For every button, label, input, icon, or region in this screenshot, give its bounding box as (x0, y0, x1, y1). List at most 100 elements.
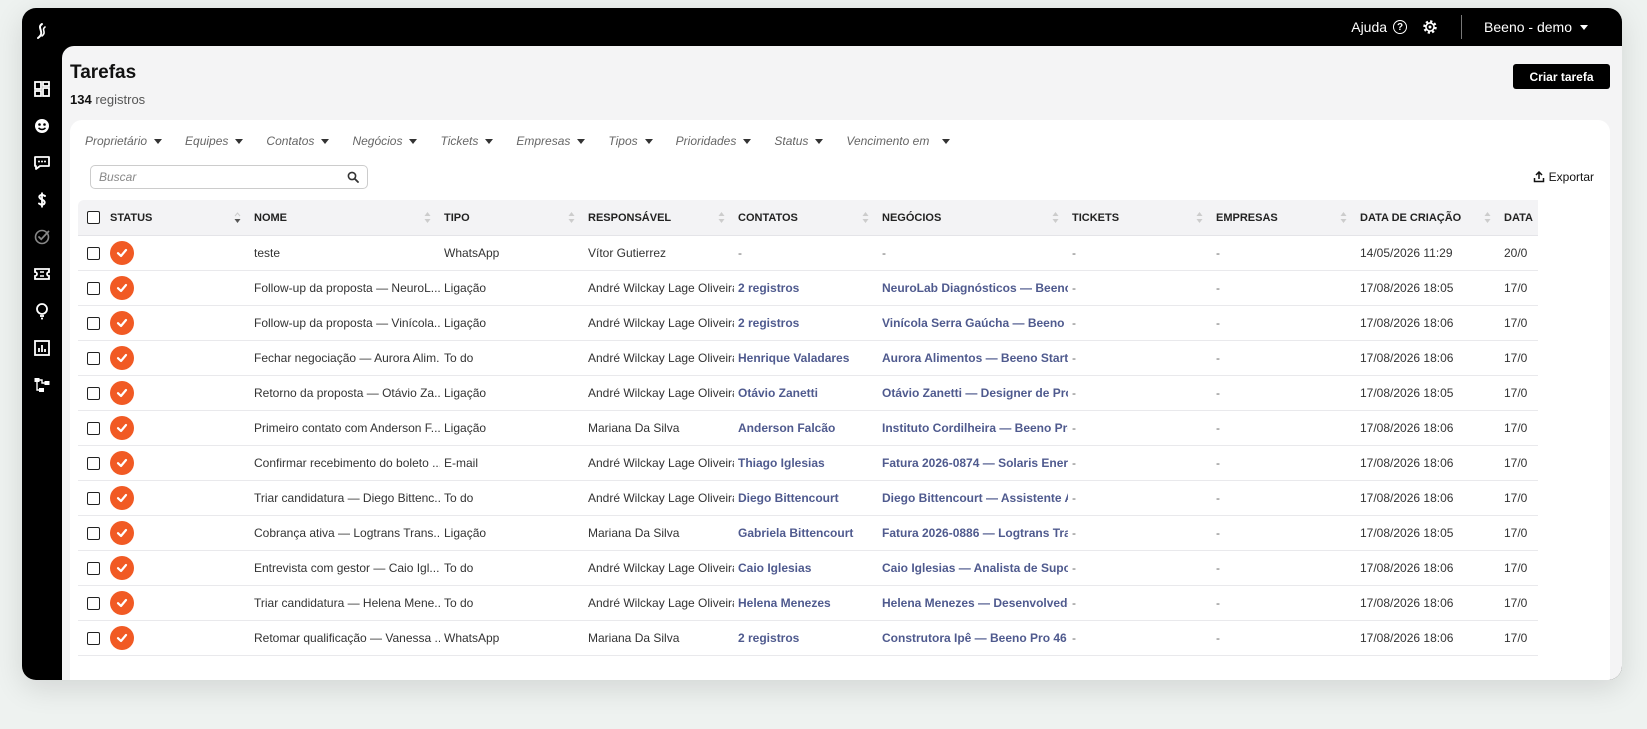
task-contacts-link[interactable]: Gabriela Bittencourt (738, 516, 878, 550)
sidebar-item-finance[interactable] (22, 181, 62, 218)
table-row[interactable]: Primeiro contato com Anderson F... Ligaç… (78, 411, 1538, 446)
task-name[interactable]: Follow-up da proposta — NeuroL... (254, 271, 440, 305)
task-contacts-link[interactable]: 2 registros (738, 306, 878, 340)
create-task-button[interactable]: Criar tarefa (1513, 64, 1610, 89)
task-deals-link[interactable]: Caio Iglesias — Analista de Suporte (882, 551, 1068, 585)
select-all-checkbox[interactable] (87, 211, 100, 224)
task-deals-link[interactable]: Fatura 2026-0886 — Logtrans Tran (882, 516, 1068, 550)
row-checkbox[interactable] (87, 561, 100, 575)
task-name[interactable]: Retorno da proposta — Otávio Za... (254, 376, 440, 410)
task-deals-link[interactable]: Helena Menezes — Desenvolvedor( (882, 586, 1068, 620)
column-header-tickets[interactable]: TICKETS (1072, 200, 1119, 235)
row-checkbox[interactable] (87, 246, 100, 260)
sidebar-item-insights[interactable] (22, 292, 62, 329)
sort-icon[interactable] (424, 211, 431, 224)
table-row[interactable]: teste WhatsApp Vítor Gutierrez - - - - 1… (78, 236, 1538, 271)
table-row[interactable]: Cobrança ativa — Logtrans Trans... Ligaç… (78, 516, 1538, 551)
status-done-button[interactable] (110, 486, 134, 510)
status-done-button[interactable] (110, 416, 134, 440)
task-name[interactable]: Triar candidatura — Helena Mene... (254, 586, 440, 620)
column-header-empresas[interactable]: EMPRESAS (1216, 200, 1278, 235)
column-header-negocios[interactable]: NEGÓCIOS (882, 200, 941, 235)
sidebar-item-tickets[interactable] (22, 255, 62, 292)
task-contacts-link[interactable]: Otávio Zanetti (738, 376, 878, 410)
task-deals-link[interactable]: Diego Bittencourt — Assistente Adı (882, 481, 1068, 515)
task-deals-link[interactable]: Vinícola Serra Gaúcha — Beeno Pro (882, 306, 1068, 340)
filter-companies[interactable]: Empresas (516, 134, 586, 148)
status-done-button[interactable] (110, 521, 134, 545)
search-icon[interactable] (347, 171, 359, 183)
sort-icon[interactable] (718, 211, 725, 224)
table-row[interactable]: Entrevista com gestor — Caio Igl... To d… (78, 551, 1538, 586)
sidebar-item-contacts[interactable] (22, 107, 62, 144)
row-checkbox[interactable] (87, 316, 100, 330)
task-contacts-link[interactable]: Anderson Falcão (738, 411, 878, 445)
export-button[interactable]: Exportar (1533, 170, 1594, 184)
status-done-button[interactable] (110, 556, 134, 580)
table-row[interactable]: Follow-up da proposta — Vinícola... Liga… (78, 306, 1538, 341)
task-name[interactable]: teste (254, 236, 440, 270)
table-row[interactable]: Fechar negociação — Aurora Alim... To do… (78, 341, 1538, 376)
row-checkbox[interactable] (87, 596, 100, 610)
sort-icon[interactable] (1052, 211, 1059, 224)
filter-teams[interactable]: Equipes (185, 134, 244, 148)
status-done-button[interactable] (110, 276, 134, 300)
table-row[interactable]: Follow-up da proposta — NeuroL... Ligaçã… (78, 271, 1538, 306)
filter-priorities[interactable]: Prioridades (676, 134, 752, 148)
sidebar-item-tasks[interactable] (22, 218, 62, 255)
table-row[interactable]: Triar candidatura — Helena Mene... To do… (78, 586, 1538, 621)
column-header-nome[interactable]: NOME (254, 200, 287, 235)
gear-icon[interactable] (1421, 18, 1439, 36)
task-name[interactable]: Retomar qualificação — Vanessa ... (254, 621, 440, 655)
column-header-data-extra[interactable]: DATA (1504, 200, 1533, 235)
task-deals-link[interactable]: Aurora Alimentos — Beeno Starter : (882, 341, 1068, 375)
sort-icon[interactable] (1340, 211, 1347, 224)
task-name[interactable]: Triar candidatura — Diego Bittenc... (254, 481, 440, 515)
filter-status[interactable]: Status (774, 134, 824, 148)
task-deals-link[interactable]: Construtora Ipê — Beeno Pro 46 lic (882, 621, 1068, 655)
row-checkbox[interactable] (87, 281, 100, 295)
status-done-button[interactable] (110, 311, 134, 335)
task-contacts-link[interactable]: 2 registros (738, 271, 878, 305)
sort-icon[interactable] (1484, 211, 1491, 224)
sort-icon[interactable] (568, 211, 575, 224)
task-name[interactable]: Confirmar recebimento do boleto ... (254, 446, 440, 480)
status-done-button[interactable] (110, 451, 134, 475)
column-header-status[interactable]: STATUS (110, 200, 152, 235)
task-contacts-link[interactable]: Thiago Iglesias (738, 446, 878, 480)
sort-desc-icon[interactable] (234, 211, 241, 224)
task-name[interactable]: Cobrança ativa — Logtrans Trans... (254, 516, 440, 550)
row-checkbox[interactable] (87, 526, 100, 540)
search-input[interactable] (99, 170, 347, 184)
status-done-button[interactable] (110, 591, 134, 615)
column-header-data-criacao[interactable]: DATA DE CRIAÇÃO (1360, 200, 1461, 235)
status-done-button[interactable] (110, 346, 134, 370)
account-switcher[interactable]: Beeno - demo (1484, 19, 1588, 35)
row-checkbox[interactable] (87, 421, 100, 435)
filter-contacts[interactable]: Contatos (266, 134, 330, 148)
table-row[interactable]: Triar candidatura — Diego Bittenc... To … (78, 481, 1538, 516)
task-name[interactable]: Entrevista com gestor — Caio Igl... (254, 551, 440, 585)
column-header-responsavel[interactable]: RESPONSÁVEL (588, 200, 671, 235)
filter-types[interactable]: Tipos (608, 134, 653, 148)
task-name[interactable]: Fechar negociação — Aurora Alim... (254, 341, 440, 375)
column-header-tipo[interactable]: TIPO (444, 200, 470, 235)
help-button[interactable]: Ajuda ? (1351, 19, 1408, 35)
sort-icon[interactable] (1196, 211, 1203, 224)
row-checkbox[interactable] (87, 351, 100, 365)
sidebar-item-workflows[interactable] (22, 366, 62, 403)
table-row[interactable]: Confirmar recebimento do boleto ... E-ma… (78, 446, 1538, 481)
sidebar-item-reports[interactable] (22, 329, 62, 366)
task-contacts-link[interactable]: Diego Bittencourt (738, 481, 878, 515)
task-deals-link[interactable]: Otávio Zanetti — Designer de Prod (882, 376, 1068, 410)
table-row[interactable]: Retorno da proposta — Otávio Za... Ligaç… (78, 376, 1538, 411)
column-header-contatos[interactable]: CONTATOS (738, 200, 798, 235)
task-name[interactable]: Follow-up da proposta — Vinícola... (254, 306, 440, 340)
task-deals-link[interactable]: NeuroLab Diagnósticos — Beeno Pr (882, 271, 1068, 305)
sidebar-item-chat[interactable] (22, 144, 62, 181)
task-deals-link[interactable]: Fatura 2026-0874 — Solaris Energi (882, 446, 1068, 480)
filter-due-date[interactable]: Vencimento em (846, 134, 951, 148)
filter-owner[interactable]: Proprietário (85, 134, 163, 148)
filter-deals[interactable]: Negócios (352, 134, 418, 148)
task-name[interactable]: Primeiro contato com Anderson F... (254, 411, 440, 445)
